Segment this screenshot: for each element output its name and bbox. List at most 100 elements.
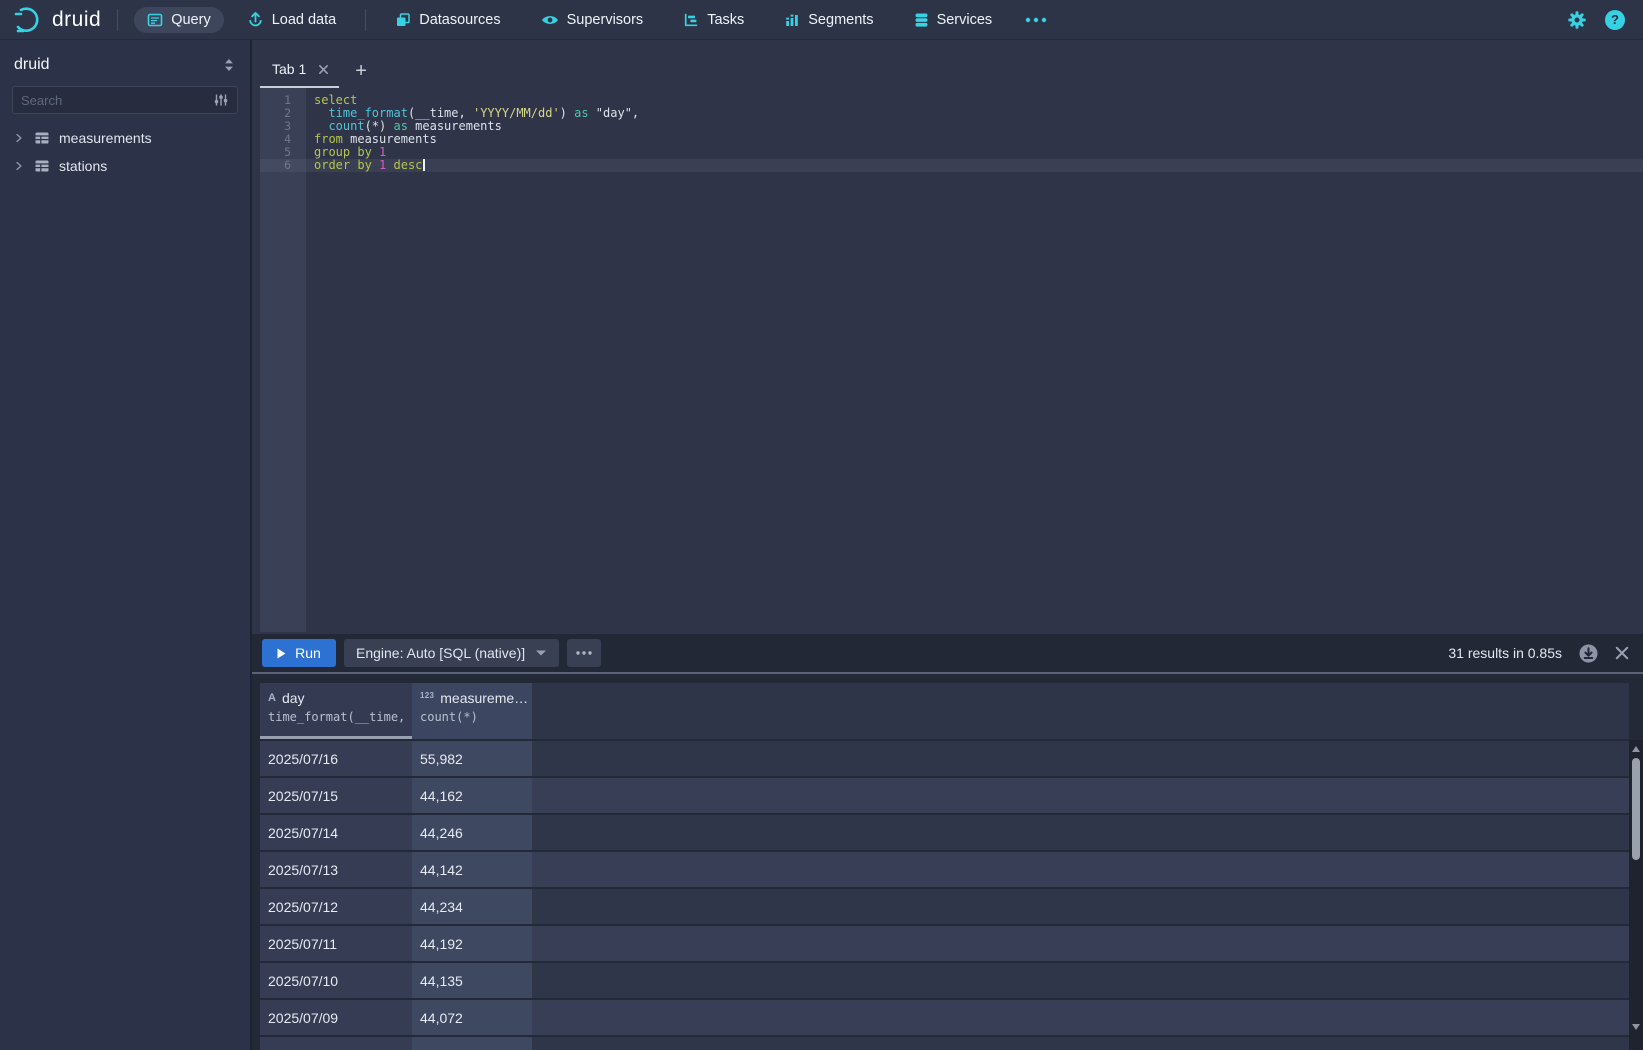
- table-cell-day[interactable]: 2025/07/09: [260, 1000, 412, 1035]
- token-keyword: order by: [314, 158, 372, 172]
- token-plain: "day",: [589, 106, 640, 120]
- tree-item-label: stations: [59, 158, 107, 174]
- play-icon: [277, 648, 286, 659]
- table-row: 2025/07/1044,135: [260, 963, 1629, 998]
- token-keyword: desc: [394, 158, 423, 172]
- nav-item-query[interactable]: Query: [134, 7, 224, 33]
- table-cell-measurements[interactable]: 44,072: [412, 1000, 532, 1035]
- nav-item-label: Segments: [808, 12, 873, 28]
- scroll-up-icon[interactable]: [1632, 746, 1640, 752]
- search-box: [12, 86, 238, 114]
- string-type-icon: A: [268, 692, 276, 704]
- brand-text: druid: [52, 8, 101, 32]
- tab-bar: Tab 1 +: [252, 40, 1643, 88]
- results-scrollbar[interactable]: [1629, 740, 1643, 1050]
- nav-item-datasources[interactable]: Datasources: [382, 7, 513, 33]
- new-tab-button[interactable]: +: [339, 61, 367, 88]
- line-number: 5: [260, 146, 306, 159]
- engine-label: Engine: Auto [SQL (native)]: [356, 645, 525, 661]
- results-header: A day time_format(__time,… 123 measureme…: [260, 683, 1629, 739]
- table-cell-measurements[interactable]: 44,142: [412, 852, 532, 887]
- chevron-right-icon[interactable]: [13, 132, 25, 144]
- nav-item-segments[interactable]: Segments: [771, 7, 886, 33]
- table-cell-measurements[interactable]: 44,246: [412, 815, 532, 850]
- run-button-label: Run: [295, 645, 321, 661]
- filter-sliders-icon[interactable]: [213, 92, 229, 108]
- druid-logo: druid: [12, 5, 101, 35]
- sidebar-item-measurements[interactable]: measurements: [0, 124, 250, 152]
- search-input[interactable]: [21, 93, 213, 108]
- download-results-icon[interactable]: [1579, 644, 1598, 663]
- token-keyword: select: [314, 93, 357, 107]
- line-number: 3: [260, 120, 306, 133]
- table-row: 2025/07/1344,142: [260, 852, 1629, 887]
- table-cell-day[interactable]: 2025/07/12: [260, 889, 412, 924]
- gear-icon[interactable]: [1567, 10, 1587, 30]
- sql-editor[interactable]: 1select2 time_format(__time, 'YYYY/MM/dd…: [252, 88, 1643, 634]
- table-cell-day[interactable]: 2025/07/11: [260, 926, 412, 961]
- column-header-measurements[interactable]: 123 measureme… count(*): [412, 683, 532, 739]
- nav-item-label: Load data: [272, 12, 337, 28]
- nav-item-load-data[interactable]: Load data: [234, 6, 350, 33]
- table-row-filler: [532, 778, 1629, 813]
- code-line[interactable]: 3 count(*) as measurements: [260, 120, 1643, 133]
- scrollbar-thumb[interactable]: [1632, 758, 1640, 860]
- engine-select-button[interactable]: Engine: Auto [SQL (native)]: [344, 639, 559, 667]
- nav-item-tasks[interactable]: Tasks: [670, 7, 757, 33]
- token-plain: (__time,: [408, 106, 473, 120]
- more-icon: [576, 651, 592, 655]
- nav-item-label: Supervisors: [567, 12, 644, 28]
- nav-item-supervisors[interactable]: Supervisors: [528, 7, 657, 33]
- sidebar-item-stations[interactable]: stations: [0, 152, 250, 180]
- code-line[interactable]: 6order by 1 desc: [260, 159, 1643, 172]
- chevron-right-icon[interactable]: [13, 160, 25, 172]
- number-type-icon: 123: [420, 691, 434, 700]
- token-plain: measurements: [343, 132, 437, 146]
- run-button[interactable]: Run: [262, 639, 336, 667]
- code-line[interactable]: 4from measurements: [260, 133, 1643, 146]
- datasources-icon: [395, 12, 411, 28]
- close-results-icon[interactable]: [1615, 646, 1629, 660]
- console-icon: [147, 12, 163, 28]
- nav-item-services[interactable]: Services: [901, 7, 1006, 33]
- column-name: day: [282, 690, 305, 706]
- table-cell-day[interactable]: 2025/07/10: [260, 963, 412, 998]
- table-row: 2025/07/0944,072: [260, 1000, 1629, 1035]
- token-plain: (*): [365, 119, 394, 133]
- column-name: measureme…: [440, 690, 528, 706]
- tab-1[interactable]: Tab 1: [260, 61, 339, 88]
- table-cell-measurements[interactable]: 44,135: [412, 963, 532, 998]
- eye-icon: [541, 13, 559, 27]
- line-number: 2: [260, 107, 306, 120]
- table-row-filler: [532, 815, 1629, 850]
- nav-more-button[interactable]: [1019, 12, 1053, 28]
- table-row: 2025/07/1144,192: [260, 926, 1629, 961]
- table-icon: [34, 158, 50, 174]
- nav-item-label: Query: [171, 12, 211, 28]
- column-header-day[interactable]: A day time_format(__time,…: [260, 683, 412, 739]
- table-cell-measurements[interactable]: 44,162: [412, 778, 532, 813]
- double-caret-vertical-icon[interactable]: [222, 57, 236, 73]
- token-plain: [314, 119, 328, 133]
- table-cell-day[interactable]: 2025/07/13: [260, 852, 412, 887]
- table-cell-day[interactable]: 2025/07/15: [260, 778, 412, 813]
- token-keyword: from: [314, 132, 343, 146]
- code-line[interactable]: 5group by 1: [260, 146, 1643, 159]
- schema-header[interactable]: druid: [0, 40, 250, 84]
- table-cell-measurements[interactable]: 44,192: [412, 926, 532, 961]
- table-cell-day[interactable]: 2025/07/16: [260, 741, 412, 776]
- query-more-options-button[interactable]: [567, 639, 601, 667]
- bar-chart-icon: [784, 12, 800, 28]
- table-cell-measurements[interactable]: 55,982: [412, 741, 532, 776]
- help-icon[interactable]: ?: [1605, 10, 1625, 30]
- caret-down-icon: [535, 649, 547, 657]
- close-tab-icon[interactable]: [318, 64, 329, 75]
- scroll-down-icon[interactable]: [1632, 1024, 1640, 1030]
- table-cell-measurements[interactable]: 44,234: [412, 889, 532, 924]
- line-number: 1: [260, 94, 306, 107]
- nav-item-label: Tasks: [707, 12, 744, 28]
- table-row-partial: [260, 1037, 1629, 1050]
- table-cell-day[interactable]: 2025/07/14: [260, 815, 412, 850]
- header-filler: [532, 683, 1629, 739]
- tab-label: Tab 1: [272, 61, 306, 77]
